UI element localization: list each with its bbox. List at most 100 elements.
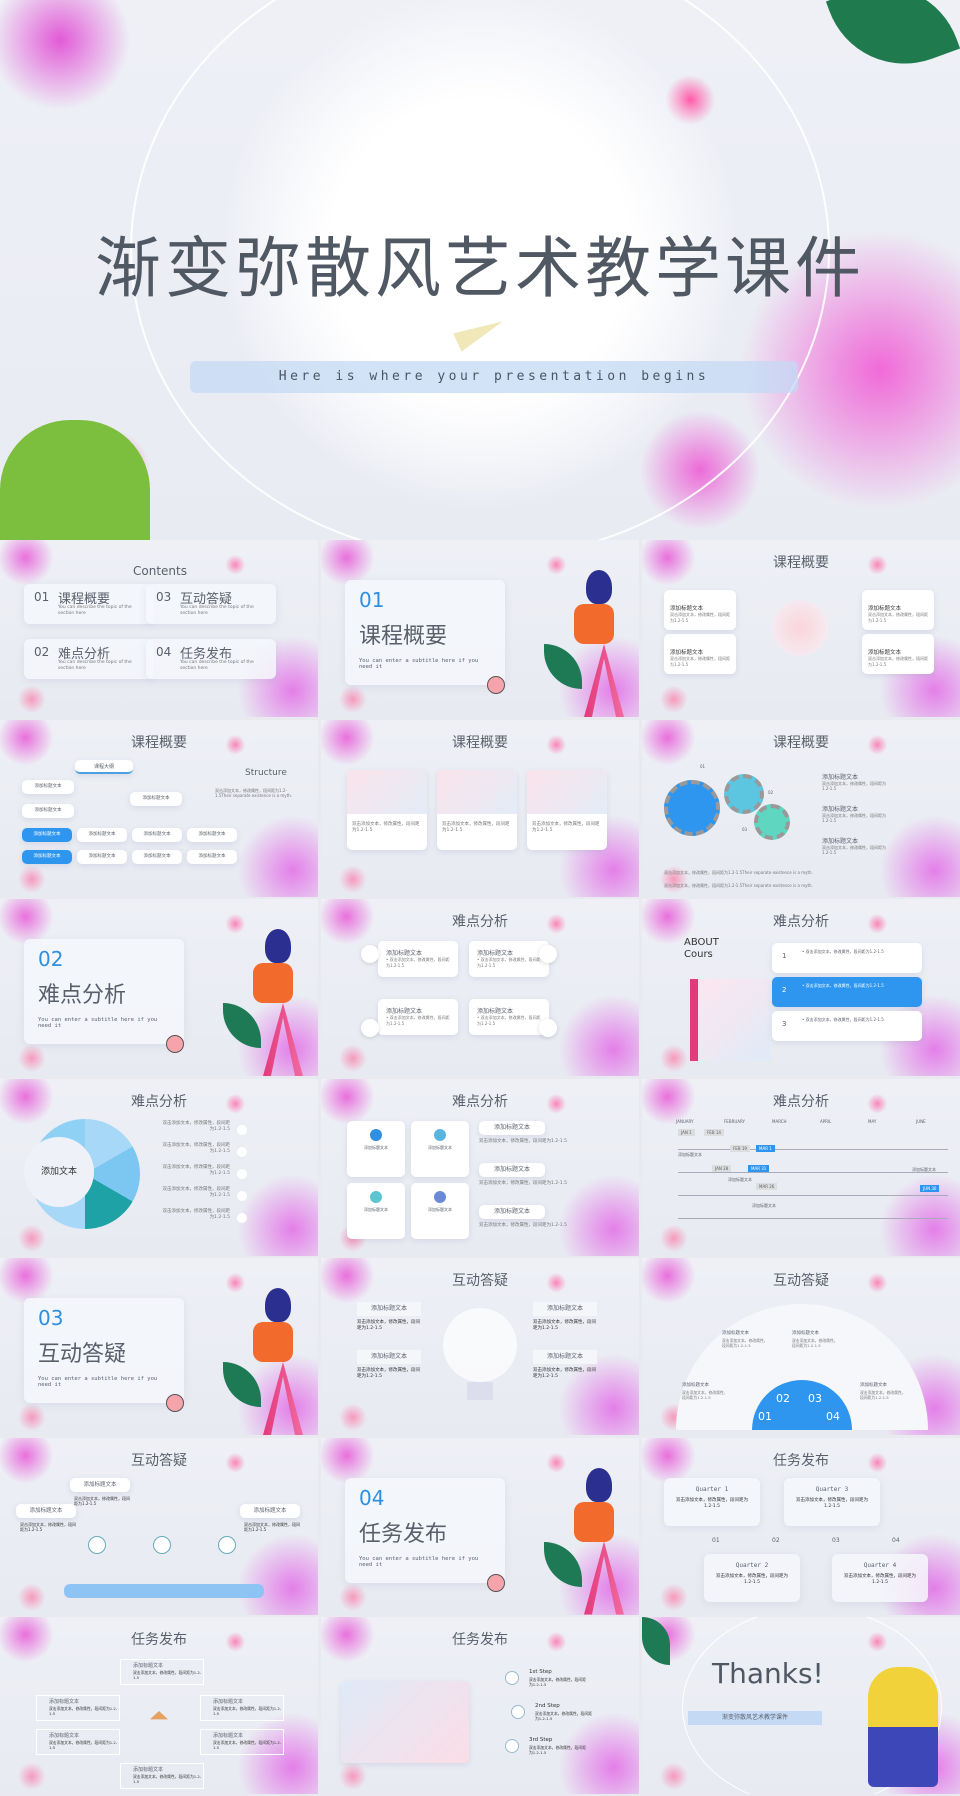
pie-item-text: 双击添加文本，修改属性，段间距为1.2-1.5 xyxy=(162,1186,231,1198)
slide-title: 难点分析 xyxy=(452,914,508,930)
section-number: 04 xyxy=(359,1485,385,1510)
date-tag: MAR 1 xyxy=(756,1144,775,1152)
item-number: 04 xyxy=(156,645,172,659)
slide-thumbnail[interactable]: 03 互动答疑 You can enter a subtitle here if y… xyxy=(0,1258,318,1435)
about-line1: ABOUT xyxy=(684,937,719,948)
info-card: 添加标题文本 双击添加文本，修改属性，段间距为1.2-1.5 xyxy=(862,590,934,630)
quarter-card: Quarter 2 双击添加文本，修改属性，段间距为1.2-1.5 xyxy=(704,1553,800,1602)
gear-label: 03 xyxy=(742,826,748,832)
label-box: 添加标题文本 xyxy=(240,1503,300,1518)
contents-item[interactable]: 02 难点分析 You can describe the topic of the … xyxy=(24,639,154,679)
lightbulb-icon xyxy=(88,1535,106,1554)
hex-item-body: 双击添加文本，修改属性，段间距为1.2-1.5 xyxy=(133,1774,202,1785)
tree-leaf: 添加标题文本 xyxy=(132,849,182,864)
leaf-illustration xyxy=(544,644,582,689)
segment-title: 添加标题文本 xyxy=(792,1331,819,1336)
slide-thumbnail[interactable]: 01 课程概要 You can enter a subtitle here if y… xyxy=(321,540,639,717)
thanks-title: Thanks! xyxy=(712,1657,824,1690)
list-item[interactable]: 1 • 双击添加文本，修改属性，段间距为1.2-1.5 xyxy=(772,943,922,973)
tree-leaf: 添加标题文本 xyxy=(22,849,72,864)
hex-item-body: 双击添加文本，修改属性，段间距为1.2-1.5 xyxy=(49,1740,118,1751)
list-item[interactable]: 2 • 双击添加文本，修改属性，段间距为1.2-1.5 xyxy=(772,977,922,1007)
leaf-illustration xyxy=(642,1617,670,1665)
card-title: 添加标题文本 xyxy=(428,1206,452,1212)
step-label: 2nd Step xyxy=(535,1703,560,1709)
slide-thumbnail[interactable]: 互动答疑 01 02 03 04 添加标题文本 双击添加文本，修改属性，段间距为1.2-1.… xyxy=(642,1258,960,1435)
slide-thumbnail[interactable]: 课程概要 课程大纲 Structure 双击添加文本，修改属性，段间距为1.2-1.5… xyxy=(0,719,318,897)
card-icon xyxy=(370,1128,382,1141)
slide-thumbnail[interactable]: 难点分析 ABOUT Cours 1 • 双击添加文本，修改属性，段间距为1.2-1.5… xyxy=(642,899,960,1076)
slide-thumbnail[interactable]: 互动答疑 添加标题文本 双击添加文本，修改属性，段间距为1.2-1.5 添加标题文本双… xyxy=(321,1258,639,1435)
label-body: 双击添加文本，修改属性，段间距为1.2-1.5 xyxy=(479,1138,567,1144)
hex-item: 添加标题文本 双击添加文本，修改属性，段间距为1.2-1.5 xyxy=(36,1695,120,1721)
slide-thumbnail[interactable]: 难点分析 添加标题文本 添加标题文本 添加标题文本 添加标题文本 添加标题文本 双击添加文本… xyxy=(321,1078,639,1256)
slide-thumbnail[interactable]: 04 任务发布 You can enter a subtitle here if y… xyxy=(321,1437,639,1615)
slide-thumbnail[interactable]: 互动答疑 添加标题文本 双击添加文本，修改属性，段间距为1.2-1.5 添加标题文本双… xyxy=(0,1437,318,1615)
date-tag: JUN 30 xyxy=(920,1184,940,1192)
leaf-illustration xyxy=(223,1003,261,1048)
slide-thumbnail[interactable]: 任务发布 Quarter 1 双击添加文本，修改属性，段间距为1.2-1.5 Quar… xyxy=(642,1437,960,1615)
date-tag: MAR 31 xyxy=(748,1164,770,1172)
slide-thumbnail[interactable]: 难点分析添加标题文本 • 双击添加文本，修改属性，段间距为1.2-1.5 添加标题文… xyxy=(321,899,639,1076)
label-body: 双击添加文本，修改属性，段间距为1.2-1.5 xyxy=(479,1180,567,1186)
month-label: MAY xyxy=(868,1118,877,1124)
step-label: 1st Step xyxy=(529,1669,552,1675)
contents-item[interactable]: 01 课程概要 You can describe the topic of the … xyxy=(24,584,154,624)
slide-thumbnail[interactable]: Contents 01 课程概要 You can describe the topic… xyxy=(0,540,318,717)
cover-slide[interactable]: 渐变弥散风艺术教学课件 Here is where your presentat… xyxy=(0,0,960,540)
slide-thumbnail[interactable]: 课程概要 添加标题文本 双击添加文本，修改属性，段间距为1.2-1.5 添加标题文本双… xyxy=(642,540,960,717)
info-card: 添加标题文本 双击添加文本，修改属性，段间距为1.2-1.5 xyxy=(862,634,934,674)
label-box: 添加标题文本 xyxy=(357,1302,421,1316)
label-body: 双击添加文本，修改属性，段间距为1.2-1.5 xyxy=(20,1521,76,1533)
timeline-label: 添加标题文本 xyxy=(678,1151,702,1157)
contents-item[interactable]: 03 互动答疑 You can describe the topic of the … xyxy=(146,584,276,624)
slide-title: 互动答疑 xyxy=(131,1452,187,1469)
about-line2: Cours xyxy=(684,949,713,960)
search-icon[interactable] xyxy=(361,945,379,963)
icon-card: 添加标题文本 xyxy=(411,1182,469,1239)
mail-icon[interactable] xyxy=(539,945,557,963)
card-title: 添加标题文本 xyxy=(477,950,514,957)
label-box: 添加标题文本 xyxy=(479,1204,545,1219)
timeline-label: 添加标题文本 xyxy=(752,1202,776,1208)
slide-thumbnail[interactable]: 任务发布 添加标题文本 双击添加文本，修改属性，段间距为1.2-1.5 添加标题文本双… xyxy=(0,1617,318,1794)
slide-thumbnail[interactable]: 难点分析 添加文本 双击添加文本，修改属性，段间距为1.2-1.5 双击添加文本，修改… xyxy=(0,1078,318,1256)
girl-head xyxy=(265,1288,291,1322)
image-card: 双击添加文本，修改属性，段间距为1.2-1.5 xyxy=(527,769,607,850)
section-title: 难点分析 xyxy=(38,983,127,1008)
slide-title: 难点分析 xyxy=(131,1093,187,1110)
info-card: 添加标题文本 • 双击添加文本，修改属性，段间距为1.2-1.5 xyxy=(469,999,549,1035)
list-item[interactable]: 3 • 双击添加文本，修改属性，段间距为1.2-1.5 xyxy=(772,1011,922,1041)
date-tag: JAN 1 xyxy=(678,1128,695,1136)
hex-item-body: 双击添加文本，修改属性，段间距为1.2-1.5 xyxy=(49,1706,118,1717)
hex-item-body: 双击添加文本，修改属性，段间距为1.2-1.5 xyxy=(213,1740,282,1751)
slide-thumbnail[interactable]: 02 难点分析 You can enter a subtitle here if y… xyxy=(0,899,318,1076)
slide-title: 难点分析 xyxy=(773,1093,829,1110)
slide-thumbnail[interactable]: 课程概要 双击添加文本，修改属性，段间距为1.2-1.5 双击添加文本，修改属性，段… xyxy=(321,719,639,897)
girl-body xyxy=(253,1322,293,1362)
info-card: 添加标题文本 双击添加文本，修改属性，段间距为1.2-1.5 xyxy=(664,590,736,630)
tree-root: 课程大纲 xyxy=(75,759,133,774)
hex-item-title: 添加标题文本 xyxy=(133,1767,164,1773)
slide-title: 互动答疑 xyxy=(773,1273,829,1289)
hex-item: 添加标题文本 双击添加文本，修改属性，段间距为1.2-1.5 xyxy=(120,1659,204,1685)
slide-thumbnail[interactable]: 难点分析 JANUARY FEBRUARY MARCH APRIL MAY JUNE JAN … xyxy=(642,1078,960,1256)
slide-thumbnail[interactable]: 课程概要 01 添加标题文本 双击添加文本，修改属性，段间距为1.2-1.5 02 添加标… xyxy=(642,719,960,897)
month-label: MARCH xyxy=(772,1118,787,1124)
quarter-label: Quarter 3 xyxy=(815,1485,849,1493)
gear-item-body: 双击添加文本，修改属性，段间距为1.2-1.5 xyxy=(822,844,886,856)
item-number: 01 xyxy=(34,590,50,604)
item-number: 02 xyxy=(34,645,50,659)
label-body: 双击添加文本，修改属性，段间距为1.2-1.5 xyxy=(533,1320,596,1332)
send-icon[interactable] xyxy=(539,1019,557,1037)
slide-thumbnail[interactable]: 任务发布 1st Step 双击添加文本，修改属性，段间距为1.2-1.5 2nd S… xyxy=(321,1617,639,1794)
basketball-icon xyxy=(218,1535,236,1554)
gear-label: 02 xyxy=(768,789,774,795)
slide-thumbnail[interactable]: Thanks! 渐变弥散风艺术教学课件 xyxy=(642,1617,960,1794)
globe-icon[interactable] xyxy=(361,1019,379,1037)
alarm-clock-icon xyxy=(166,1035,184,1053)
step-icon xyxy=(505,1671,519,1685)
contents-item[interactable]: 04 任务发布 You can describe the topic of the … xyxy=(146,639,276,679)
girl-illustration xyxy=(223,919,318,1076)
label-body: 双击添加文本，修改属性，段间距为1.2-1.5 xyxy=(244,1521,300,1533)
